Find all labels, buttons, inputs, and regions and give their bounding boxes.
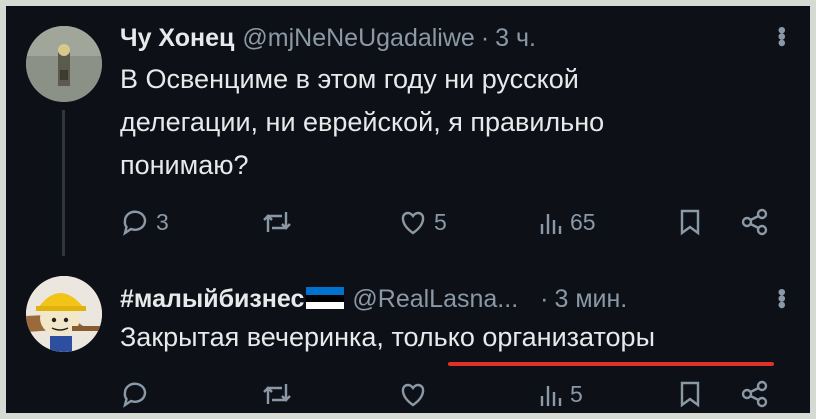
separator-dot: · xyxy=(540,285,549,313)
vertical-dots-icon[interactable]: ••• xyxy=(768,288,795,307)
separator-dot: · xyxy=(480,24,490,52)
speech-bubble-icon xyxy=(123,382,147,408)
like-count: 5 xyxy=(434,208,447,235)
reply-button[interactable] xyxy=(120,380,150,408)
tweet-thread-panel: Чу Хонец @mjNeNeUgadaliwe · 3 ч. ••• В Осве… xyxy=(6,6,810,413)
tweet-text: В Освенциме в этом году ни русской делег… xyxy=(120,64,605,180)
bookmark-button[interactable] xyxy=(678,208,702,236)
bookmark-button[interactable] xyxy=(678,380,702,408)
heart-icon xyxy=(401,383,425,407)
share-icon xyxy=(741,208,768,236)
tweet-header: Чу Хонец @mjNeNeUgadaliwe · 3 ч. xyxy=(120,23,536,53)
views-button[interactable]: 65 xyxy=(538,208,596,236)
bookmark-icon xyxy=(680,209,700,236)
share-button[interactable] xyxy=(740,208,770,236)
heart-icon xyxy=(401,211,425,235)
red-underline-annotation xyxy=(448,362,774,366)
bar-chart-icon xyxy=(540,386,562,406)
reply-button[interactable]: 3 xyxy=(120,208,169,236)
avatar[interactable] xyxy=(26,26,102,102)
estonia-flag-icon xyxy=(306,287,345,310)
tweet-text-plain: Закрытая вечеринка, xyxy=(120,322,392,352)
like-button[interactable]: 5 xyxy=(398,208,447,236)
reply-count: 3 xyxy=(156,208,169,235)
view-count: 65 xyxy=(570,208,596,235)
bookmark-icon xyxy=(680,381,700,408)
author-handle[interactable]: @mjNeNeUgadaliwe xyxy=(242,24,474,52)
like-button[interactable] xyxy=(398,380,428,408)
author-name[interactable]: #малыйбизнес xyxy=(120,285,304,313)
repost-arrows-icon xyxy=(263,212,291,232)
tweet-time[interactable]: 3 ч. xyxy=(495,24,536,52)
bar-chart-icon xyxy=(540,214,562,234)
repost-button[interactable] xyxy=(260,380,294,408)
share-button[interactable] xyxy=(740,380,770,408)
tweet-actions: 5 xyxy=(6,378,810,412)
tweet-actions: 3 5 65 xyxy=(6,206,810,240)
tweet-time[interactable]: 3 мин. xyxy=(554,285,627,313)
tweet-text: Закрытая вечеринка, только организаторы xyxy=(120,316,780,359)
repost-button[interactable] xyxy=(260,208,294,236)
views-button[interactable]: 5 xyxy=(538,380,583,408)
view-count: 5 xyxy=(570,380,583,407)
avatar[interactable] xyxy=(26,276,102,352)
author-handle[interactable]: @RealLasna... xyxy=(352,285,518,313)
share-icon xyxy=(741,380,768,408)
repost-arrows-icon xyxy=(263,384,291,404)
speech-bubble-icon xyxy=(123,210,147,236)
vertical-dots-icon[interactable]: ••• xyxy=(768,26,795,45)
tweet-text-highlighted: только организаторы xyxy=(391,322,655,352)
tweet-header: #малыйбизнес @RealLasna... · 3 мин. xyxy=(120,284,627,314)
author-name[interactable]: Чу Хонец xyxy=(120,24,234,52)
